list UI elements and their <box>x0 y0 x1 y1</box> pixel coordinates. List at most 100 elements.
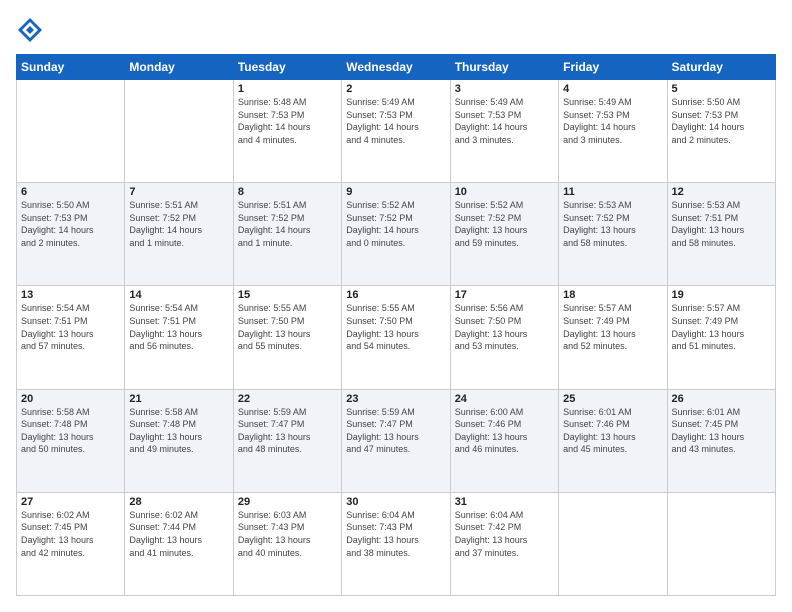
calendar-cell <box>667 492 775 595</box>
calendar-cell: 5Sunrise: 5:50 AM Sunset: 7:53 PM Daylig… <box>667 80 775 183</box>
day-info: Sunrise: 5:57 AM Sunset: 7:49 PM Dayligh… <box>563 302 662 352</box>
calendar-cell: 15Sunrise: 5:55 AM Sunset: 7:50 PM Dayli… <box>233 286 341 389</box>
day-info: Sunrise: 5:50 AM Sunset: 7:53 PM Dayligh… <box>21 199 120 249</box>
weekday-header: Saturday <box>667 55 775 80</box>
calendar-cell <box>125 80 233 183</box>
day-number: 16 <box>346 289 445 301</box>
day-info: Sunrise: 5:58 AM Sunset: 7:48 PM Dayligh… <box>21 406 120 456</box>
calendar-cell: 21Sunrise: 5:58 AM Sunset: 7:48 PM Dayli… <box>125 389 233 492</box>
day-number: 27 <box>21 496 120 508</box>
day-number: 15 <box>238 289 337 301</box>
header <box>16 16 776 44</box>
day-info: Sunrise: 5:55 AM Sunset: 7:50 PM Dayligh… <box>346 302 445 352</box>
logo-icon <box>16 16 44 44</box>
day-number: 19 <box>672 289 771 301</box>
calendar-cell: 8Sunrise: 5:51 AM Sunset: 7:52 PM Daylig… <box>233 183 341 286</box>
calendar-cell: 12Sunrise: 5:53 AM Sunset: 7:51 PM Dayli… <box>667 183 775 286</box>
calendar-cell: 31Sunrise: 6:04 AM Sunset: 7:42 PM Dayli… <box>450 492 558 595</box>
day-number: 9 <box>346 186 445 198</box>
calendar-cell: 30Sunrise: 6:04 AM Sunset: 7:43 PM Dayli… <box>342 492 450 595</box>
day-info: Sunrise: 5:50 AM Sunset: 7:53 PM Dayligh… <box>672 96 771 146</box>
calendar-header-row: SundayMondayTuesdayWednesdayThursdayFrid… <box>17 55 776 80</box>
calendar-cell: 27Sunrise: 6:02 AM Sunset: 7:45 PM Dayli… <box>17 492 125 595</box>
day-number: 22 <box>238 393 337 405</box>
calendar-cell: 18Sunrise: 5:57 AM Sunset: 7:49 PM Dayli… <box>559 286 667 389</box>
day-info: Sunrise: 5:57 AM Sunset: 7:49 PM Dayligh… <box>672 302 771 352</box>
calendar-cell: 3Sunrise: 5:49 AM Sunset: 7:53 PM Daylig… <box>450 80 558 183</box>
day-info: Sunrise: 5:58 AM Sunset: 7:48 PM Dayligh… <box>129 406 228 456</box>
day-number: 6 <box>21 186 120 198</box>
day-info: Sunrise: 5:59 AM Sunset: 7:47 PM Dayligh… <box>346 406 445 456</box>
day-info: Sunrise: 6:01 AM Sunset: 7:46 PM Dayligh… <box>563 406 662 456</box>
day-info: Sunrise: 5:54 AM Sunset: 7:51 PM Dayligh… <box>129 302 228 352</box>
calendar-cell: 22Sunrise: 5:59 AM Sunset: 7:47 PM Dayli… <box>233 389 341 492</box>
day-number: 31 <box>455 496 554 508</box>
day-info: Sunrise: 5:49 AM Sunset: 7:53 PM Dayligh… <box>455 96 554 146</box>
weekday-header: Thursday <box>450 55 558 80</box>
calendar-cell: 13Sunrise: 5:54 AM Sunset: 7:51 PM Dayli… <box>17 286 125 389</box>
day-info: Sunrise: 5:52 AM Sunset: 7:52 PM Dayligh… <box>346 199 445 249</box>
calendar-cell: 20Sunrise: 5:58 AM Sunset: 7:48 PM Dayli… <box>17 389 125 492</box>
page: SundayMondayTuesdayWednesdayThursdayFrid… <box>0 0 792 612</box>
day-number: 26 <box>672 393 771 405</box>
calendar-cell: 14Sunrise: 5:54 AM Sunset: 7:51 PM Dayli… <box>125 286 233 389</box>
day-info: Sunrise: 6:04 AM Sunset: 7:43 PM Dayligh… <box>346 509 445 559</box>
day-info: Sunrise: 5:52 AM Sunset: 7:52 PM Dayligh… <box>455 199 554 249</box>
weekday-header: Tuesday <box>233 55 341 80</box>
day-number: 24 <box>455 393 554 405</box>
day-info: Sunrise: 5:51 AM Sunset: 7:52 PM Dayligh… <box>238 199 337 249</box>
day-number: 2 <box>346 83 445 95</box>
calendar-week-row: 6Sunrise: 5:50 AM Sunset: 7:53 PM Daylig… <box>17 183 776 286</box>
calendar-cell: 7Sunrise: 5:51 AM Sunset: 7:52 PM Daylig… <box>125 183 233 286</box>
day-number: 18 <box>563 289 662 301</box>
day-info: Sunrise: 6:03 AM Sunset: 7:43 PM Dayligh… <box>238 509 337 559</box>
day-number: 20 <box>21 393 120 405</box>
calendar-cell: 11Sunrise: 5:53 AM Sunset: 7:52 PM Dayli… <box>559 183 667 286</box>
calendar-cell: 2Sunrise: 5:49 AM Sunset: 7:53 PM Daylig… <box>342 80 450 183</box>
day-info: Sunrise: 5:49 AM Sunset: 7:53 PM Dayligh… <box>346 96 445 146</box>
calendar-week-row: 13Sunrise: 5:54 AM Sunset: 7:51 PM Dayli… <box>17 286 776 389</box>
day-number: 13 <box>21 289 120 301</box>
day-info: Sunrise: 6:01 AM Sunset: 7:45 PM Dayligh… <box>672 406 771 456</box>
day-info: Sunrise: 5:53 AM Sunset: 7:52 PM Dayligh… <box>563 199 662 249</box>
day-info: Sunrise: 6:02 AM Sunset: 7:44 PM Dayligh… <box>129 509 228 559</box>
day-info: Sunrise: 5:48 AM Sunset: 7:53 PM Dayligh… <box>238 96 337 146</box>
day-number: 11 <box>563 186 662 198</box>
day-info: Sunrise: 5:54 AM Sunset: 7:51 PM Dayligh… <box>21 302 120 352</box>
calendar-cell: 19Sunrise: 5:57 AM Sunset: 7:49 PM Dayli… <box>667 286 775 389</box>
weekday-header: Sunday <box>17 55 125 80</box>
day-info: Sunrise: 5:51 AM Sunset: 7:52 PM Dayligh… <box>129 199 228 249</box>
day-number: 4 <box>563 83 662 95</box>
day-number: 23 <box>346 393 445 405</box>
calendar-cell <box>17 80 125 183</box>
day-info: Sunrise: 5:55 AM Sunset: 7:50 PM Dayligh… <box>238 302 337 352</box>
weekday-header: Wednesday <box>342 55 450 80</box>
calendar-cell: 25Sunrise: 6:01 AM Sunset: 7:46 PM Dayli… <box>559 389 667 492</box>
day-info: Sunrise: 6:00 AM Sunset: 7:46 PM Dayligh… <box>455 406 554 456</box>
day-info: Sunrise: 6:02 AM Sunset: 7:45 PM Dayligh… <box>21 509 120 559</box>
calendar-cell: 28Sunrise: 6:02 AM Sunset: 7:44 PM Dayli… <box>125 492 233 595</box>
calendar-cell: 10Sunrise: 5:52 AM Sunset: 7:52 PM Dayli… <box>450 183 558 286</box>
calendar-cell: 17Sunrise: 5:56 AM Sunset: 7:50 PM Dayli… <box>450 286 558 389</box>
calendar-cell: 29Sunrise: 6:03 AM Sunset: 7:43 PM Dayli… <box>233 492 341 595</box>
day-number: 8 <box>238 186 337 198</box>
day-info: Sunrise: 5:53 AM Sunset: 7:51 PM Dayligh… <box>672 199 771 249</box>
calendar-table: SundayMondayTuesdayWednesdayThursdayFrid… <box>16 54 776 596</box>
day-number: 5 <box>672 83 771 95</box>
day-number: 14 <box>129 289 228 301</box>
calendar-cell: 16Sunrise: 5:55 AM Sunset: 7:50 PM Dayli… <box>342 286 450 389</box>
day-info: Sunrise: 5:49 AM Sunset: 7:53 PM Dayligh… <box>563 96 662 146</box>
calendar-week-row: 1Sunrise: 5:48 AM Sunset: 7:53 PM Daylig… <box>17 80 776 183</box>
weekday-header: Monday <box>125 55 233 80</box>
day-number: 30 <box>346 496 445 508</box>
day-info: Sunrise: 5:59 AM Sunset: 7:47 PM Dayligh… <box>238 406 337 456</box>
day-number: 21 <box>129 393 228 405</box>
day-number: 17 <box>455 289 554 301</box>
calendar-cell <box>559 492 667 595</box>
calendar-week-row: 27Sunrise: 6:02 AM Sunset: 7:45 PM Dayli… <box>17 492 776 595</box>
weekday-header: Friday <box>559 55 667 80</box>
calendar-cell: 6Sunrise: 5:50 AM Sunset: 7:53 PM Daylig… <box>17 183 125 286</box>
day-number: 1 <box>238 83 337 95</box>
day-number: 29 <box>238 496 337 508</box>
day-number: 3 <box>455 83 554 95</box>
